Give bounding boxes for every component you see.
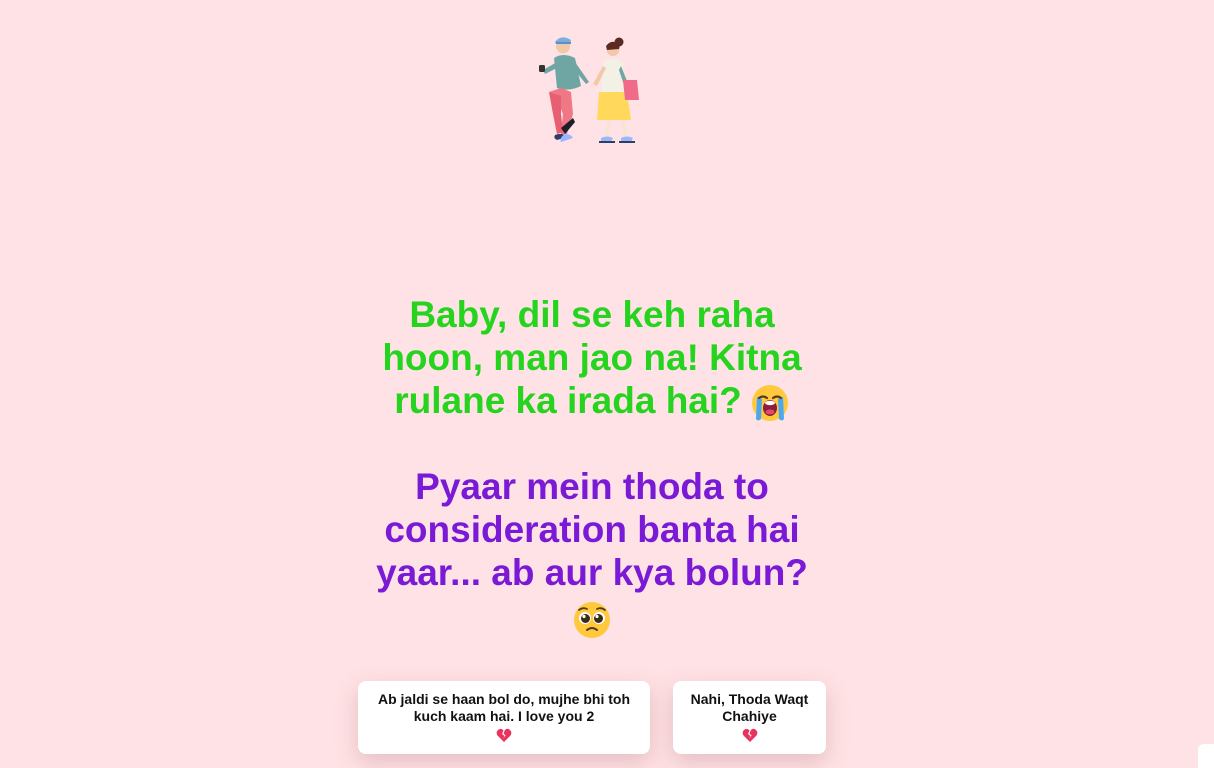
loudly-crying-face-icon <box>751 385 788 422</box>
pleading-face-icon <box>574 602 610 638</box>
secondary-message: Pyaar mein thoda to consideration banta … <box>357 465 827 640</box>
broken-heart-icon <box>496 728 512 742</box>
corner-widget <box>1198 744 1214 768</box>
secondary-message-text: Pyaar mein thoda to consideration banta … <box>376 466 808 593</box>
primary-message: Baby, dil se keh raha hoon, man jao na! … <box>357 293 827 423</box>
accept-button-label: Ab jaldi se haan bol do, mujhe bhi toh k… <box>377 691 630 724</box>
page: Baby, dil se keh raha hoon, man jao na! … <box>0 0 1214 768</box>
decline-button-label: Nahi, Thoda Waqt Chahiye <box>690 691 809 724</box>
broken-heart-icon <box>742 728 757 742</box>
man-figure <box>539 37 589 142</box>
couple-walking-icon <box>539 37 639 143</box>
accept-button[interactable]: Ab jaldi se haan bol do, mujhe bhi toh k… <box>358 681 650 754</box>
woman-figure <box>593 37 639 143</box>
primary-message-text: Baby, dil se keh raha hoon, man jao na! … <box>382 294 802 421</box>
decline-button[interactable]: Nahi, Thoda Waqt Chahiye <box>673 681 826 754</box>
